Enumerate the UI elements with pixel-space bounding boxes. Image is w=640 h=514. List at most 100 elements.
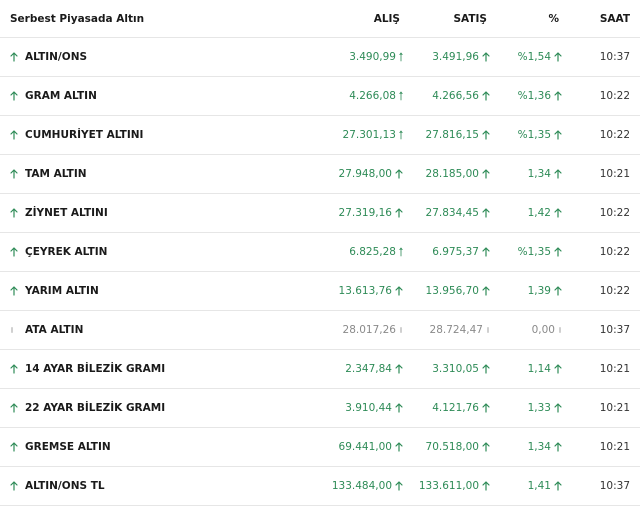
time-cell: 10:22 bbox=[600, 77, 630, 115]
percent-cell: %1,35 bbox=[518, 116, 562, 154]
instrument-name[interactable]: CUMHURİYET ALTINI bbox=[25, 129, 143, 141]
instrument-name[interactable]: ATA ALTIN bbox=[25, 324, 83, 336]
time-cell: 10:22 bbox=[600, 116, 630, 154]
instrument-name-cell: 22 AYAR BİLEZİK GRAMI bbox=[10, 389, 165, 427]
satis-cell: 6.975,37 bbox=[432, 233, 490, 271]
percent-cell: %1,54 bbox=[518, 38, 562, 76]
percent-value: %1,35 bbox=[517, 129, 551, 141]
alis-cell: 6.825,28 bbox=[349, 233, 403, 271]
up-arrow-icon bbox=[482, 130, 490, 140]
alis-value: 133.484,00 bbox=[331, 480, 392, 492]
column-header-alis[interactable]: ALIŞ bbox=[374, 0, 400, 37]
satis-cell: 4.121,76 bbox=[432, 389, 490, 427]
time-value: 10:22 bbox=[599, 246, 630, 258]
percent-value: 0,00 bbox=[531, 324, 555, 336]
instrument-name[interactable]: GRAM ALTIN bbox=[25, 90, 97, 102]
time-cell: 10:21 bbox=[600, 389, 630, 427]
table-row[interactable]: 14 AYAR BİLEZİK GRAMI 2.347,84 3.310,05 … bbox=[0, 350, 640, 389]
up-arrow-icon bbox=[395, 208, 403, 218]
up-arrow-icon bbox=[395, 403, 403, 413]
percent-value: %1,36 bbox=[517, 90, 551, 102]
up-arrow-icon bbox=[482, 208, 490, 218]
up-arrow-icon bbox=[10, 442, 18, 452]
instrument-name[interactable]: ZİYNET ALTINI bbox=[25, 207, 108, 219]
alis-cell: 13.613,76 bbox=[339, 272, 403, 310]
up-arrow-icon bbox=[10, 481, 18, 491]
up-arrow-icon bbox=[482, 247, 490, 257]
time-cell: 10:37 bbox=[600, 311, 630, 349]
percent-cell: 1,39 bbox=[528, 272, 562, 310]
alis-cell: 27.948,00 bbox=[339, 155, 403, 193]
time-value: 10:22 bbox=[599, 90, 630, 102]
alis-value: 2.347,84 bbox=[345, 363, 392, 375]
instrument-name[interactable]: ÇEYREK ALTIN bbox=[25, 246, 107, 258]
satis-cell: 133.611,00 bbox=[419, 467, 490, 505]
column-header-percent[interactable]: % bbox=[548, 0, 559, 37]
percent-value: 1,42 bbox=[527, 207, 551, 219]
percent-cell: 1,34 bbox=[528, 428, 562, 466]
time-cell: 10:22 bbox=[600, 233, 630, 271]
thin-up-arrow-icon bbox=[399, 247, 403, 257]
table-header: Serbest Piyasada Altın ALIŞ SATIŞ % SAAT bbox=[0, 0, 640, 38]
up-arrow-icon bbox=[10, 247, 18, 257]
satis-value: 70.518,00 bbox=[425, 441, 479, 453]
percent-value: %1,35 bbox=[517, 246, 551, 258]
instrument-name[interactable]: TAM ALTIN bbox=[25, 168, 87, 180]
satis-cell: 28.724,47 bbox=[430, 311, 490, 349]
percent-cell: %1,36 bbox=[518, 77, 562, 115]
table-row[interactable]: ALTIN/ONS TL 133.484,00 133.611,00 1,41 … bbox=[0, 467, 640, 506]
table-row[interactable]: 22 AYAR BİLEZİK GRAMI 3.910,44 4.121,76 … bbox=[0, 389, 640, 428]
flat-icon bbox=[486, 325, 490, 335]
instrument-name-cell: GREMSE ALTIN bbox=[10, 428, 111, 466]
percent-value: 1,41 bbox=[527, 480, 551, 492]
percent-cell: 1,34 bbox=[528, 155, 562, 193]
up-arrow-icon bbox=[482, 169, 490, 179]
satis-cell: 13.956,70 bbox=[426, 272, 490, 310]
satis-cell: 27.816,15 bbox=[426, 116, 490, 154]
instrument-name-cell: ALTIN/ONS bbox=[10, 38, 87, 76]
up-arrow-icon bbox=[395, 169, 403, 179]
instrument-name[interactable]: 14 AYAR BİLEZİK GRAMI bbox=[25, 363, 165, 375]
instrument-name[interactable]: ALTIN/ONS TL bbox=[25, 480, 105, 492]
table-row[interactable]: ATA ALTIN 28.017,26 28.724,47 0,00 10:37 bbox=[0, 311, 640, 350]
table-row[interactable]: GREMSE ALTIN 69.441,00 70.518,00 1,34 10… bbox=[0, 428, 640, 467]
satis-cell: 3.491,96 bbox=[432, 38, 490, 76]
up-arrow-icon bbox=[554, 364, 562, 374]
satis-value: 6.975,37 bbox=[432, 246, 479, 258]
alis-value: 4.266,08 bbox=[349, 90, 396, 102]
gold-price-table: Serbest Piyasada Altın ALIŞ SATIŞ % SAAT… bbox=[0, 0, 640, 514]
satis-cell: 28.185,00 bbox=[426, 155, 490, 193]
up-arrow-icon bbox=[554, 91, 562, 101]
table-row[interactable]: GRAM ALTIN 4.266,08 4.266,56 %1,36 10:22 bbox=[0, 77, 640, 116]
alis-value: 27.319,16 bbox=[338, 207, 392, 219]
table-row[interactable]: ZİYNET ALTINI 27.319,16 27.834,45 1,42 1… bbox=[0, 194, 640, 233]
instrument-name[interactable]: ALTIN/ONS bbox=[25, 51, 87, 63]
table-row[interactable]: CUMHURİYET ALTINI 27.301,13 27.816,15 %1… bbox=[0, 116, 640, 155]
table-body: ALTIN/ONS 3.490,99 3.491,96 %1,54 10:37 … bbox=[0, 38, 640, 506]
alis-value: 13.613,76 bbox=[338, 285, 392, 297]
instrument-name[interactable]: 22 AYAR BİLEZİK GRAMI bbox=[25, 402, 165, 414]
percent-value: %1,54 bbox=[517, 51, 551, 63]
instrument-name[interactable]: YARIM ALTIN bbox=[25, 285, 99, 297]
table-row[interactable]: ALTIN/ONS 3.490,99 3.491,96 %1,54 10:37 bbox=[0, 38, 640, 77]
column-header-satis[interactable]: SATIŞ bbox=[453, 0, 487, 37]
alis-cell: 2.347,84 bbox=[345, 350, 403, 388]
time-value: 10:21 bbox=[599, 363, 630, 375]
instrument-name[interactable]: GREMSE ALTIN bbox=[25, 441, 111, 453]
percent-value: 1,34 bbox=[527, 168, 551, 180]
thin-up-arrow-icon bbox=[399, 91, 403, 101]
table-row[interactable]: ÇEYREK ALTIN 6.825,28 6.975,37 %1,35 10:… bbox=[0, 233, 640, 272]
alis-cell: 3.490,99 bbox=[349, 38, 403, 76]
column-header-saat[interactable]: SAAT bbox=[600, 0, 630, 37]
up-arrow-icon bbox=[554, 130, 562, 140]
satis-value: 28.724,47 bbox=[429, 324, 483, 336]
instrument-name-cell: TAM ALTIN bbox=[10, 155, 87, 193]
percent-cell: 1,42 bbox=[528, 194, 562, 232]
table-row[interactable]: TAM ALTIN 27.948,00 28.185,00 1,34 10:21 bbox=[0, 155, 640, 194]
satis-value: 3.491,96 bbox=[432, 51, 479, 63]
instrument-name-cell: ÇEYREK ALTIN bbox=[10, 233, 107, 271]
alis-cell: 4.266,08 bbox=[349, 77, 403, 115]
table-row[interactable]: YARIM ALTIN 13.613,76 13.956,70 1,39 10:… bbox=[0, 272, 640, 311]
time-cell: 10:22 bbox=[600, 194, 630, 232]
alis-value: 6.825,28 bbox=[349, 246, 396, 258]
